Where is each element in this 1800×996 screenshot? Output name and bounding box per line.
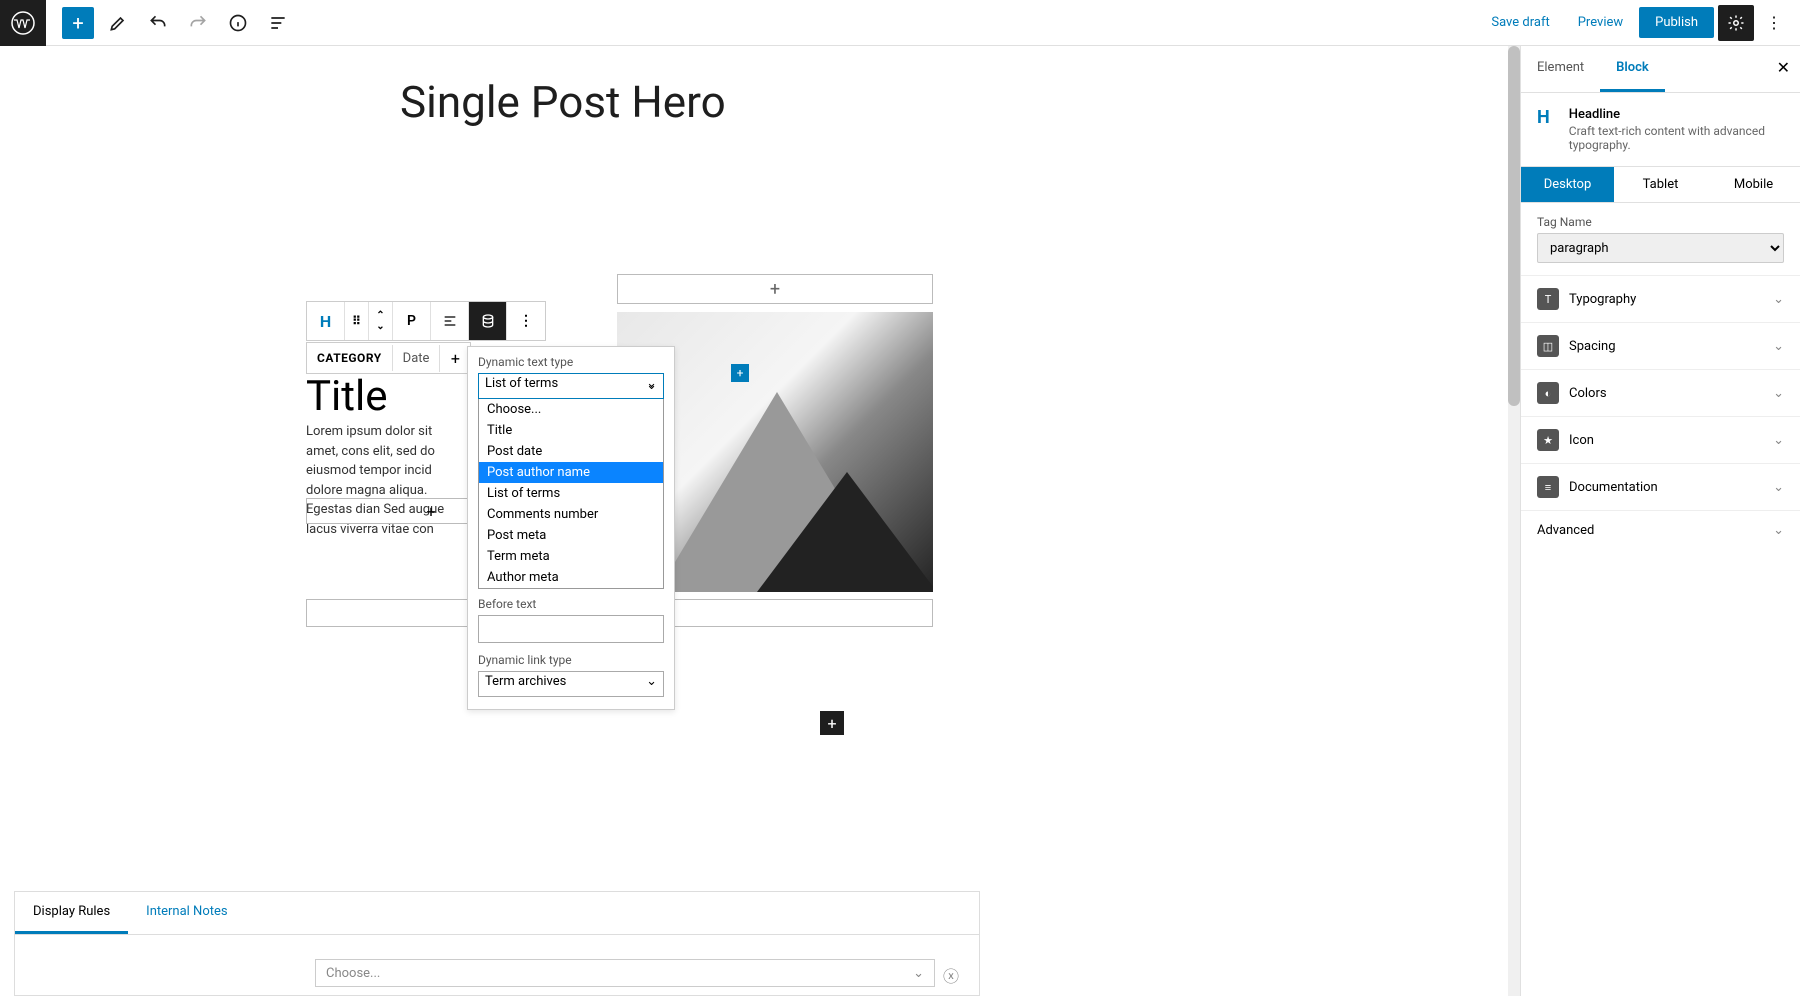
meta-row: CATEGORY Date + + <box>306 342 471 374</box>
more-options-icon[interactable]: ⋮ <box>1758 7 1790 39</box>
dynamic-data-icon[interactable] <box>469 302 507 340</box>
dynamic-text-type-select[interactable]: List of terms⌄ <box>478 373 664 399</box>
tab-display-rules[interactable]: Display Rules <box>15 892 128 934</box>
block-more-icon[interactable]: ⋮ <box>507 302 545 340</box>
drag-handle-icon[interactable]: ⠿ <box>345 302 369 340</box>
editor-canvas: Single Post Hero + H ⠿ ⌃⌄ P ⋮ CATEGORY D… <box>0 46 1520 996</box>
headline-icon: H <box>1537 107 1557 131</box>
block-toolbar: H ⠿ ⌃⌄ P ⋮ <box>306 301 546 341</box>
top-toolbar: + Save draft Preview Publish ⋮ <box>0 0 1800 46</box>
chevron-down-icon: ⌄ <box>1773 339 1784 354</box>
edit-icon[interactable] <box>102 7 134 39</box>
before-text-label: Before text <box>478 597 664 611</box>
publish-button[interactable]: Publish <box>1639 7 1714 38</box>
bottom-panel: Display Rules Internal Notes Choose...⌄ … <box>14 891 980 996</box>
chevron-down-icon: ⌄ <box>1773 386 1784 401</box>
close-sidebar-icon[interactable]: ✕ <box>1777 58 1790 77</box>
post-title-field[interactable]: Title <box>306 372 388 421</box>
typography-icon: T <box>1537 288 1559 310</box>
redo-icon[interactable] <box>182 7 214 39</box>
display-rule-choose-select[interactable]: Choose...⌄ <box>315 959 935 987</box>
page-title[interactable]: Single Post Hero <box>400 76 1520 128</box>
dynamic-link-type-select[interactable]: Term archives⌄ <box>478 671 664 697</box>
dropdown-option[interactable]: List of terms <box>479 483 663 504</box>
spacing-icon: ◫ <box>1537 335 1559 357</box>
before-text-input[interactable] <box>478 615 664 643</box>
dropdown-option[interactable]: Post meta <box>479 525 663 546</box>
dropdown-option[interactable]: Post date <box>479 441 663 462</box>
accordion-icon[interactable]: ★Icon ⌄ <box>1521 417 1800 464</box>
meta-add-button[interactable]: + <box>440 343 470 373</box>
paragraph-tag-button[interactable]: P <box>393 302 431 340</box>
colors-icon: ◐ <box>1537 382 1559 404</box>
dynamic-data-popup: Dynamic text type List of terms⌄ Choose.… <box>467 346 675 710</box>
block-header: H Headline Craft text-rich content with … <box>1521 93 1800 167</box>
accordion-typography[interactable]: TTypography ⌄ <box>1521 276 1800 323</box>
dynamic-link-type-label: Dynamic link type <box>478 653 664 667</box>
preview-button[interactable]: Preview <box>1566 7 1635 38</box>
tab-internal-notes[interactable]: Internal Notes <box>128 892 245 934</box>
tab-block[interactable]: Block <box>1600 46 1665 92</box>
chevron-down-icon: ⌄ <box>1773 480 1784 495</box>
dynamic-text-type-dropdown: Choose...TitlePost datePost author nameL… <box>478 399 664 589</box>
accordion-documentation[interactable]: ≡Documentation ⌄ <box>1521 464 1800 511</box>
date-label[interactable]: Date <box>393 345 441 372</box>
dropdown-option[interactable]: Title <box>479 420 663 441</box>
tag-name-label: Tag Name <box>1537 215 1784 229</box>
headline-block-icon[interactable]: H <box>307 302 345 340</box>
bottom-panel-tabs: Display Rules Internal Notes <box>14 891 980 934</box>
add-block-button[interactable]: + <box>62 7 94 39</box>
chevron-down-icon: ⌄ <box>1773 523 1784 538</box>
dropdown-option[interactable]: Post author name <box>479 462 663 483</box>
dynamic-text-type-label: Dynamic text type <box>478 355 664 369</box>
remove-rule-icon[interactable]: ⓧ <box>943 963 963 983</box>
block-description: Craft text-rich content with advanced ty… <box>1569 124 1784 152</box>
settings-sidebar: Element Block ✕ H Headline Craft text-ri… <box>1520 46 1800 996</box>
main-area: Single Post Hero + H ⠿ ⌃⌄ P ⋮ CATEGORY D… <box>0 46 1800 996</box>
add-block-floating-button[interactable]: + <box>820 711 844 735</box>
dropdown-option[interactable]: Comments number <box>479 504 663 525</box>
scrollbar-thumb[interactable] <box>1508 46 1520 406</box>
settings-icon[interactable] <box>1718 5 1754 41</box>
device-tab-mobile[interactable]: Mobile <box>1707 167 1800 202</box>
accordion-advanced[interactable]: Advanced ⌄ <box>1521 511 1800 550</box>
undo-icon[interactable] <box>142 7 174 39</box>
list-view-icon[interactable] <box>262 7 294 39</box>
dropdown-option[interactable]: Term meta <box>479 546 663 567</box>
topbar-right-tools: Save draft Preview Publish ⋮ <box>1479 5 1800 41</box>
chevron-down-icon: ⌄ <box>1773 292 1784 307</box>
device-tab-tablet[interactable]: Tablet <box>1614 167 1707 202</box>
add-block-placeholder[interactable]: + <box>617 274 933 304</box>
device-tabs: Desktop Tablet Mobile <box>1521 167 1800 203</box>
tag-name-section: Tag Name paragraph <box>1521 203 1800 276</box>
documentation-icon: ≡ <box>1537 476 1559 498</box>
info-icon[interactable] <box>222 7 254 39</box>
accordion-spacing[interactable]: ◫Spacing ⌄ <box>1521 323 1800 370</box>
tag-name-select[interactable]: paragraph <box>1537 233 1784 263</box>
save-draft-button[interactable]: Save draft <box>1479 7 1561 38</box>
sidebar-tabs: Element Block ✕ <box>1521 46 1800 93</box>
chevron-down-icon: ⌄ <box>1773 433 1784 448</box>
wordpress-logo[interactable] <box>0 0 46 46</box>
block-name: Headline <box>1569 107 1784 122</box>
topbar-left-tools: + <box>46 7 294 39</box>
dropdown-option[interactable]: Author meta <box>479 567 663 588</box>
insert-plus-badge[interactable]: + <box>731 364 749 382</box>
device-tab-desktop[interactable]: Desktop <box>1521 167 1614 202</box>
icon-icon: ★ <box>1537 429 1559 451</box>
bottom-panel-body: Choose...⌄ ⓧ <box>14 934 980 996</box>
accordion-colors[interactable]: ◐Colors ⌄ <box>1521 370 1800 417</box>
align-icon[interactable] <box>431 302 469 340</box>
dropdown-option[interactable]: Choose... <box>479 399 663 420</box>
move-updown-icon[interactable]: ⌃⌄ <box>369 302 393 340</box>
tab-element[interactable]: Element <box>1521 46 1600 92</box>
category-label[interactable]: CATEGORY <box>307 345 393 371</box>
